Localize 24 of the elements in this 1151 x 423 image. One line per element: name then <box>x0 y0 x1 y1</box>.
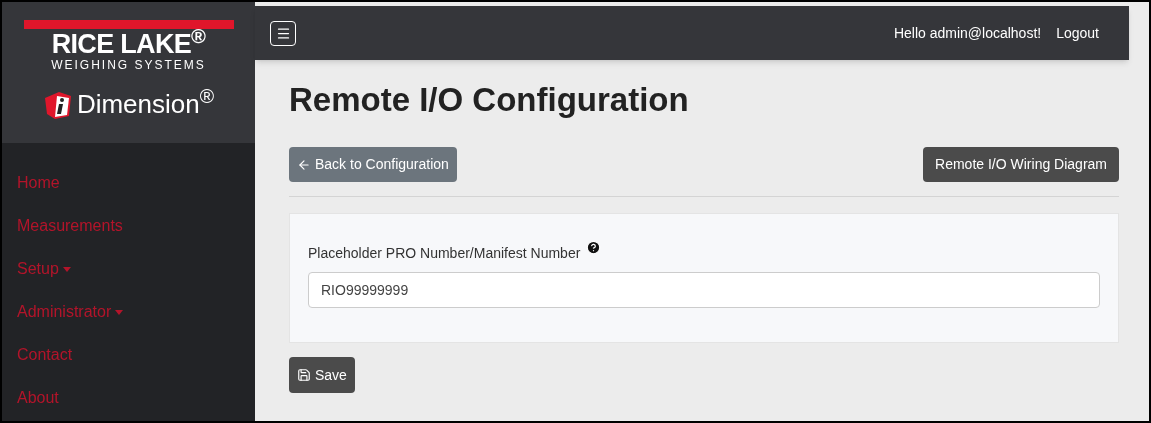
help-icon[interactable] <box>586 240 602 255</box>
back-button[interactable]: Back to Configuration <box>289 147 457 182</box>
nav-link[interactable]: About <box>17 385 255 411</box>
nav-link[interactable]: Contact <box>17 342 255 368</box>
nav-link[interactable]: Administrator <box>17 299 255 325</box>
cube-icon <box>42 89 73 120</box>
nav-link[interactable]: Home <box>17 170 255 196</box>
product-name: Dimension$^{®}$ <box>76 85 215 121</box>
caret-icon <box>62 266 71 272</box>
caret-icon <box>115 309 124 315</box>
menu-toggle-button[interactable] <box>270 20 296 46</box>
menu-icon <box>275 25 291 41</box>
wiring-diagram-button[interactable]: Remote I/O Wiring Diagram <box>923 147 1119 182</box>
page-title: Remote I/O Configuration <box>289 80 690 120</box>
logo-tagline: WEIGHING SYSTEMS <box>51 59 206 71</box>
save-icon <box>297 368 311 382</box>
save-button[interactable]: Save <box>289 357 355 393</box>
greeting-text: Hello admin@localhost! <box>893 23 1042 43</box>
logout-link[interactable]: Logout <box>1056 22 1099 44</box>
field-label: Placeholder PRO Number/Manifest Number <box>308 244 581 263</box>
input-field[interactable]: RIO99999999 <box>308 272 1100 308</box>
nav-link[interactable]: Setup <box>17 256 255 282</box>
nav-link[interactable]: Measurements <box>17 213 255 239</box>
brand-logo-text: RICE LAKE$^{®}$ <box>51 31 206 58</box>
